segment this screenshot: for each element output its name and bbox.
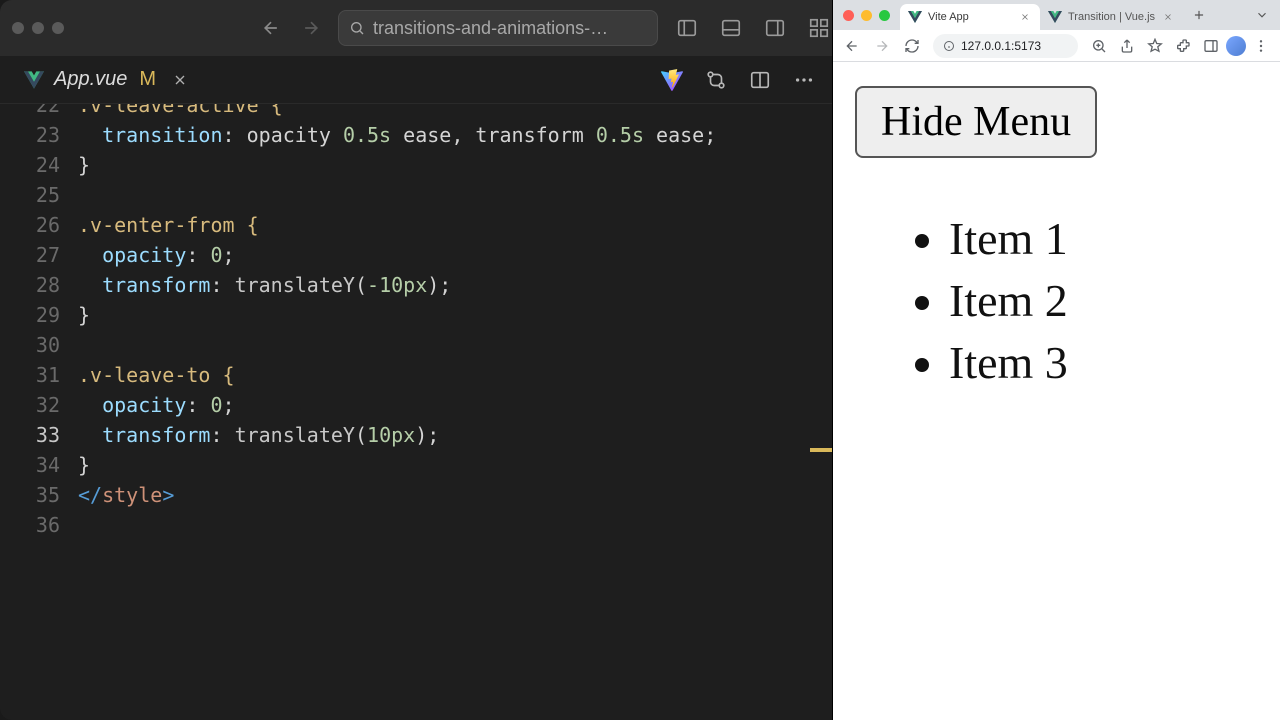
vite-icon[interactable] [654, 62, 690, 98]
line-number: 36 [0, 510, 60, 540]
line-number: 23 [0, 120, 60, 150]
browser-toolbar: 127.0.0.1:5173 [833, 30, 1280, 62]
more-actions-icon[interactable] [786, 62, 822, 98]
search-icon [349, 20, 365, 36]
code-line[interactable] [78, 180, 832, 210]
source-control-compare-icon[interactable] [698, 62, 734, 98]
title-layout-controls [668, 9, 832, 47]
list-item: Item 1 [949, 208, 1258, 270]
line-number: 25 [0, 180, 60, 210]
extensions-icon[interactable] [1170, 33, 1196, 59]
minimize-window-icon[interactable] [32, 22, 44, 34]
browser-tab-strip: Vite App Transition | Vue.js [833, 0, 1280, 30]
search-text: transitions-and-animations-… [373, 18, 608, 39]
browser-tab[interactable]: Transition | Vue.js [1040, 4, 1183, 30]
browser-tab-title: Transition | Vue.js [1068, 11, 1155, 23]
tab-close-button[interactable] [166, 66, 194, 94]
zoom-level-icon[interactable] [1086, 33, 1112, 59]
menu-list: Item 1Item 2Item 3 [949, 208, 1258, 394]
code-line[interactable]: </style> [78, 480, 832, 510]
browser-back-button[interactable] [839, 33, 865, 59]
line-number: 26 [0, 210, 60, 240]
vue-file-icon [24, 70, 44, 90]
close-tab-icon[interactable] [1018, 10, 1032, 24]
browser-tab-title: Vite App [928, 11, 969, 23]
zoom-window-icon[interactable] [52, 22, 64, 34]
tab-app-vue[interactable]: App.vue M [10, 56, 208, 103]
bookmark-icon[interactable] [1142, 33, 1168, 59]
line-number: 28 [0, 270, 60, 300]
close-window-icon[interactable] [12, 22, 24, 34]
code-line[interactable]: } [78, 450, 832, 480]
browser-forward-button[interactable] [869, 33, 895, 59]
window-controls [12, 22, 64, 34]
toggle-sidebar-left-icon[interactable] [668, 9, 706, 47]
line-number: 34 [0, 450, 60, 480]
editor-window: transitions-and-animations-… App.vue M 2… [0, 0, 832, 720]
line-number: 29 [0, 300, 60, 330]
split-editor-icon[interactable] [742, 62, 778, 98]
url-text: 127.0.0.1:5173 [961, 39, 1041, 53]
page-viewport: Hide Menu Item 1Item 2Item 3 [833, 62, 1280, 720]
code-line[interactable]: transform: translateY(-10px); [78, 270, 832, 300]
minimize-window-icon[interactable] [861, 10, 872, 21]
minimap-change-marker [810, 448, 832, 452]
code-content[interactable]: .v-leave-active { transition: opacity 0.… [78, 104, 832, 720]
address-bar[interactable]: 127.0.0.1:5173 [933, 34, 1078, 58]
line-number: 24 [0, 150, 60, 180]
forward-button[interactable] [294, 11, 328, 45]
editor-nav [254, 11, 328, 45]
code-line[interactable]: } [78, 150, 832, 180]
line-number: 35 [0, 480, 60, 510]
site-info-icon [943, 40, 955, 52]
toggle-panel-icon[interactable] [712, 9, 750, 47]
code-line[interactable]: .v-leave-active { [78, 104, 832, 120]
code-line[interactable]: .v-leave-to { [78, 360, 832, 390]
code-line[interactable]: opacity: 0; [78, 240, 832, 270]
code-line[interactable] [78, 510, 832, 540]
customize-layout-icon[interactable] [800, 9, 832, 47]
line-number: 22 [0, 104, 60, 120]
zoom-window-icon[interactable] [879, 10, 890, 21]
line-gutter: 222324252627282930313233343536 [0, 104, 78, 720]
browser-menu-icon[interactable] [1248, 33, 1274, 59]
tab-filename: App.vue [54, 68, 127, 91]
browser-window: Vite App Transition | Vue.js 127.0.0.1:5… [832, 0, 1280, 720]
side-panel-icon[interactable] [1198, 33, 1224, 59]
command-search[interactable]: transitions-and-animations-… [338, 10, 658, 46]
editor-title-bar: transitions-and-animations-… [0, 0, 832, 56]
code-line[interactable]: opacity: 0; [78, 390, 832, 420]
tab-search-icon[interactable] [1252, 5, 1272, 25]
vue-favicon-icon [908, 10, 922, 24]
profile-avatar[interactable] [1226, 36, 1246, 56]
toggle-sidebar-right-icon[interactable] [756, 9, 794, 47]
close-window-icon[interactable] [843, 10, 854, 21]
line-number: 31 [0, 360, 60, 390]
line-number: 30 [0, 330, 60, 360]
code-line[interactable]: } [78, 300, 832, 330]
close-tab-icon[interactable] [1161, 10, 1175, 24]
editor-tab-row: App.vue M [0, 56, 832, 104]
back-button[interactable] [254, 11, 288, 45]
code-line[interactable]: .v-enter-from { [78, 210, 832, 240]
hide-menu-button[interactable]: Hide Menu [855, 86, 1097, 158]
browser-window-controls [843, 10, 890, 21]
line-number: 27 [0, 240, 60, 270]
code-line[interactable]: transform: translateY(10px); [78, 420, 832, 450]
code-editor[interactable]: 222324252627282930313233343536 .v-leave-… [0, 104, 832, 720]
vue-favicon-icon [1048, 10, 1062, 24]
line-number: 32 [0, 390, 60, 420]
code-line[interactable]: transition: opacity 0.5s ease, transform… [78, 120, 832, 150]
code-line[interactable] [78, 330, 832, 360]
list-item: Item 2 [949, 270, 1258, 332]
browser-tab-active[interactable]: Vite App [900, 4, 1040, 30]
browser-reload-button[interactable] [899, 33, 925, 59]
list-item: Item 3 [949, 332, 1258, 394]
new-tab-button[interactable] [1187, 3, 1211, 27]
line-number: 33 [0, 420, 60, 450]
share-icon[interactable] [1114, 33, 1140, 59]
tab-modified-badge: M [139, 68, 156, 91]
